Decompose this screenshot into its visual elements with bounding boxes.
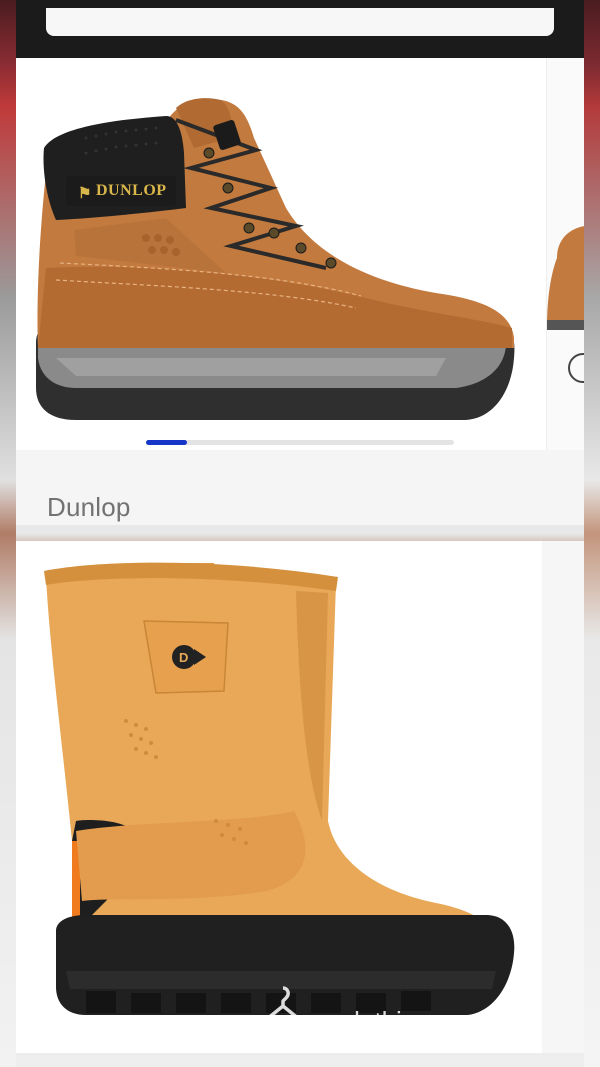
next-boot-peek-image <box>547 226 584 383</box>
work-boot-image: ⚑ <box>36 98 515 420</box>
carousel-slide-work-boot[interactable]: ⚑ DUNLOP <box>16 58 538 450</box>
carousel-next-slide-peek[interactable] <box>546 58 584 450</box>
rigger-boot-image: D <box>44 562 515 1015</box>
carousel-next-slide-peek-2[interactable] <box>542 541 584 1053</box>
carousel-pagination <box>146 440 454 445</box>
boot-collar-logo: DUNLOP <box>96 182 167 199</box>
svg-text:⚑: ⚑ <box>78 186 91 202</box>
site-watermark: malethingsu <box>252 982 572 1042</box>
blurred-background-left <box>0 0 16 1067</box>
top-bar <box>16 0 584 58</box>
blurred-background-right <box>584 0 600 1067</box>
watermark-text: malethingsu <box>318 1006 459 1036</box>
carousel-pagination-active <box>146 440 187 445</box>
svg-text:D: D <box>179 650 188 665</box>
hanger-icon <box>252 982 314 1038</box>
search-field[interactable] <box>46 8 554 36</box>
product-image-rigger-boot[interactable]: D <box>16 541 584 1053</box>
product-image-carousel[interactable]: ⚑ DUNLOP <box>16 58 584 450</box>
brand-section: Dunlop <box>16 450 584 525</box>
brand-name: Dunlop <box>47 492 131 522</box>
